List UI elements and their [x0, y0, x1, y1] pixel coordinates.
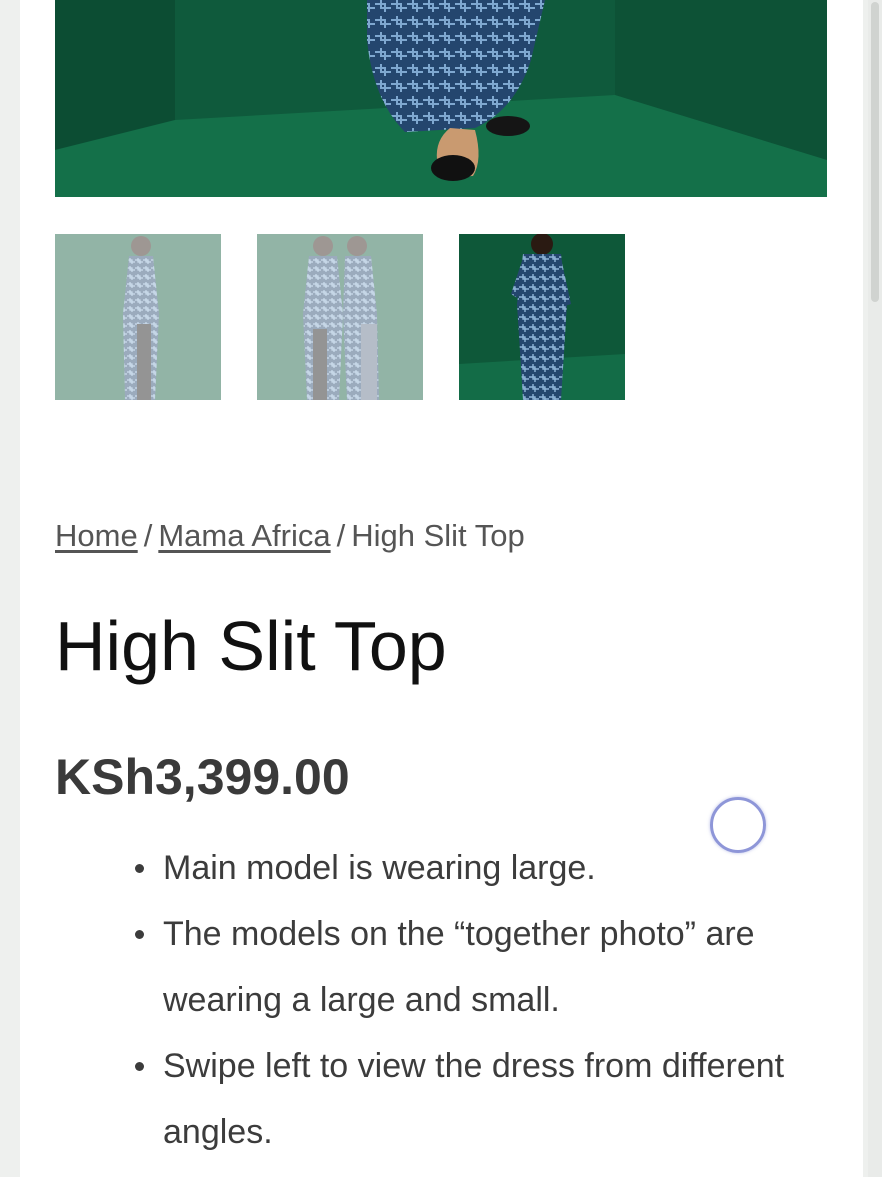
description-item: Main model is wearing large. [135, 835, 835, 901]
breadcrumb-category-link[interactable]: Mama Africa [158, 518, 330, 553]
breadcrumb-home-link[interactable]: Home [55, 518, 138, 553]
thumbnail-strip [55, 234, 625, 400]
product-description-list: Main model is wearing large. The models … [135, 835, 835, 1165]
product-price: KSh3,399.00 [55, 749, 350, 805]
product-title: High Slit Top [55, 607, 447, 685]
description-item: Swipe left to view the dress from differ… [135, 1033, 835, 1165]
description-item: The models on the “together photo” are w… [135, 901, 835, 1033]
thumbnail-2[interactable] [257, 234, 423, 400]
breadcrumb-separator: / [336, 518, 346, 553]
breadcrumb-current: High Slit Top [351, 518, 525, 553]
product-page: Home / Mama Africa / High Slit Top High Slit… [20, 0, 863, 1177]
breadcrumb-separator: / [143, 518, 153, 553]
page-scrollbar[interactable] [868, 0, 882, 1177]
thumbnail-1[interactable] [55, 234, 221, 400]
main-product-image[interactable] [55, 0, 827, 197]
thumbnail-3[interactable] [459, 234, 625, 400]
breadcrumb: Home / Mama Africa / High Slit Top [55, 518, 525, 554]
scrollbar-thumb[interactable] [871, 2, 879, 302]
